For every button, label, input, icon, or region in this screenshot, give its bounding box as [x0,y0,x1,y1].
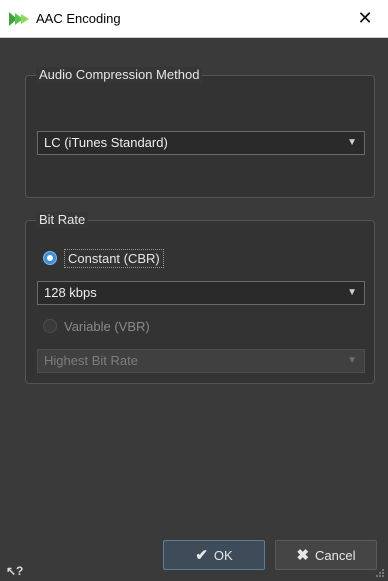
app-logo-icon [9,12,29,26]
compression-method-group: Audio Compression Method LC (iTunes Stan… [25,67,375,198]
close-button[interactable]: ✕ [342,0,388,37]
cancel-label: Cancel [315,547,356,563]
ok-button[interactable]: ✔ OK [163,540,265,570]
chevron-down-icon: ▼ [347,287,357,298]
compression-selected-value: LC (iTunes Standard) [44,135,168,150]
compression-method-select[interactable]: LC (iTunes Standard) ▼ [37,131,365,155]
variable-bitrate-select: Highest Bit Rate ▼ [37,349,365,373]
bit-rate-group: Bit Rate Constant (CBR) 128 kbps ▼ Varia… [25,212,375,384]
close-icon: ✕ [357,8,373,28]
checkmark-icon: ✔ [195,547,208,564]
cancel-button[interactable]: ✖ Cancel [275,540,377,570]
constant-bitrate-value: 128 kbps [44,285,97,300]
window-title: AAC Encoding [36,11,121,26]
constant-cbr-label: Constant (CBR) [64,248,164,268]
constant-cbr-radio[interactable]: Constant (CBR) [43,247,164,269]
variable-bitrate-value: Highest Bit Rate [44,353,138,368]
radio-checked-icon [43,251,57,265]
variable-vbr-radio[interactable]: Variable (VBR) [43,315,150,337]
resize-grip-icon[interactable] [375,568,385,578]
chevron-down-icon: ▼ [347,355,357,366]
constant-bitrate-select[interactable]: 128 kbps ▼ [37,281,365,305]
title-bar: AAC Encoding ✕ [0,0,388,38]
ok-label: OK [213,547,233,563]
bit-rate-group-title: Bit Rate [36,212,89,228]
help-icon[interactable]: ↖? [6,564,23,578]
compression-group-title: Audio Compression Method [36,67,203,83]
radio-unchecked-icon [43,319,57,333]
chevron-down-icon: ▼ [347,137,357,148]
variable-vbr-label: Variable (VBR) [64,318,150,334]
x-icon: ✖ [296,547,310,564]
